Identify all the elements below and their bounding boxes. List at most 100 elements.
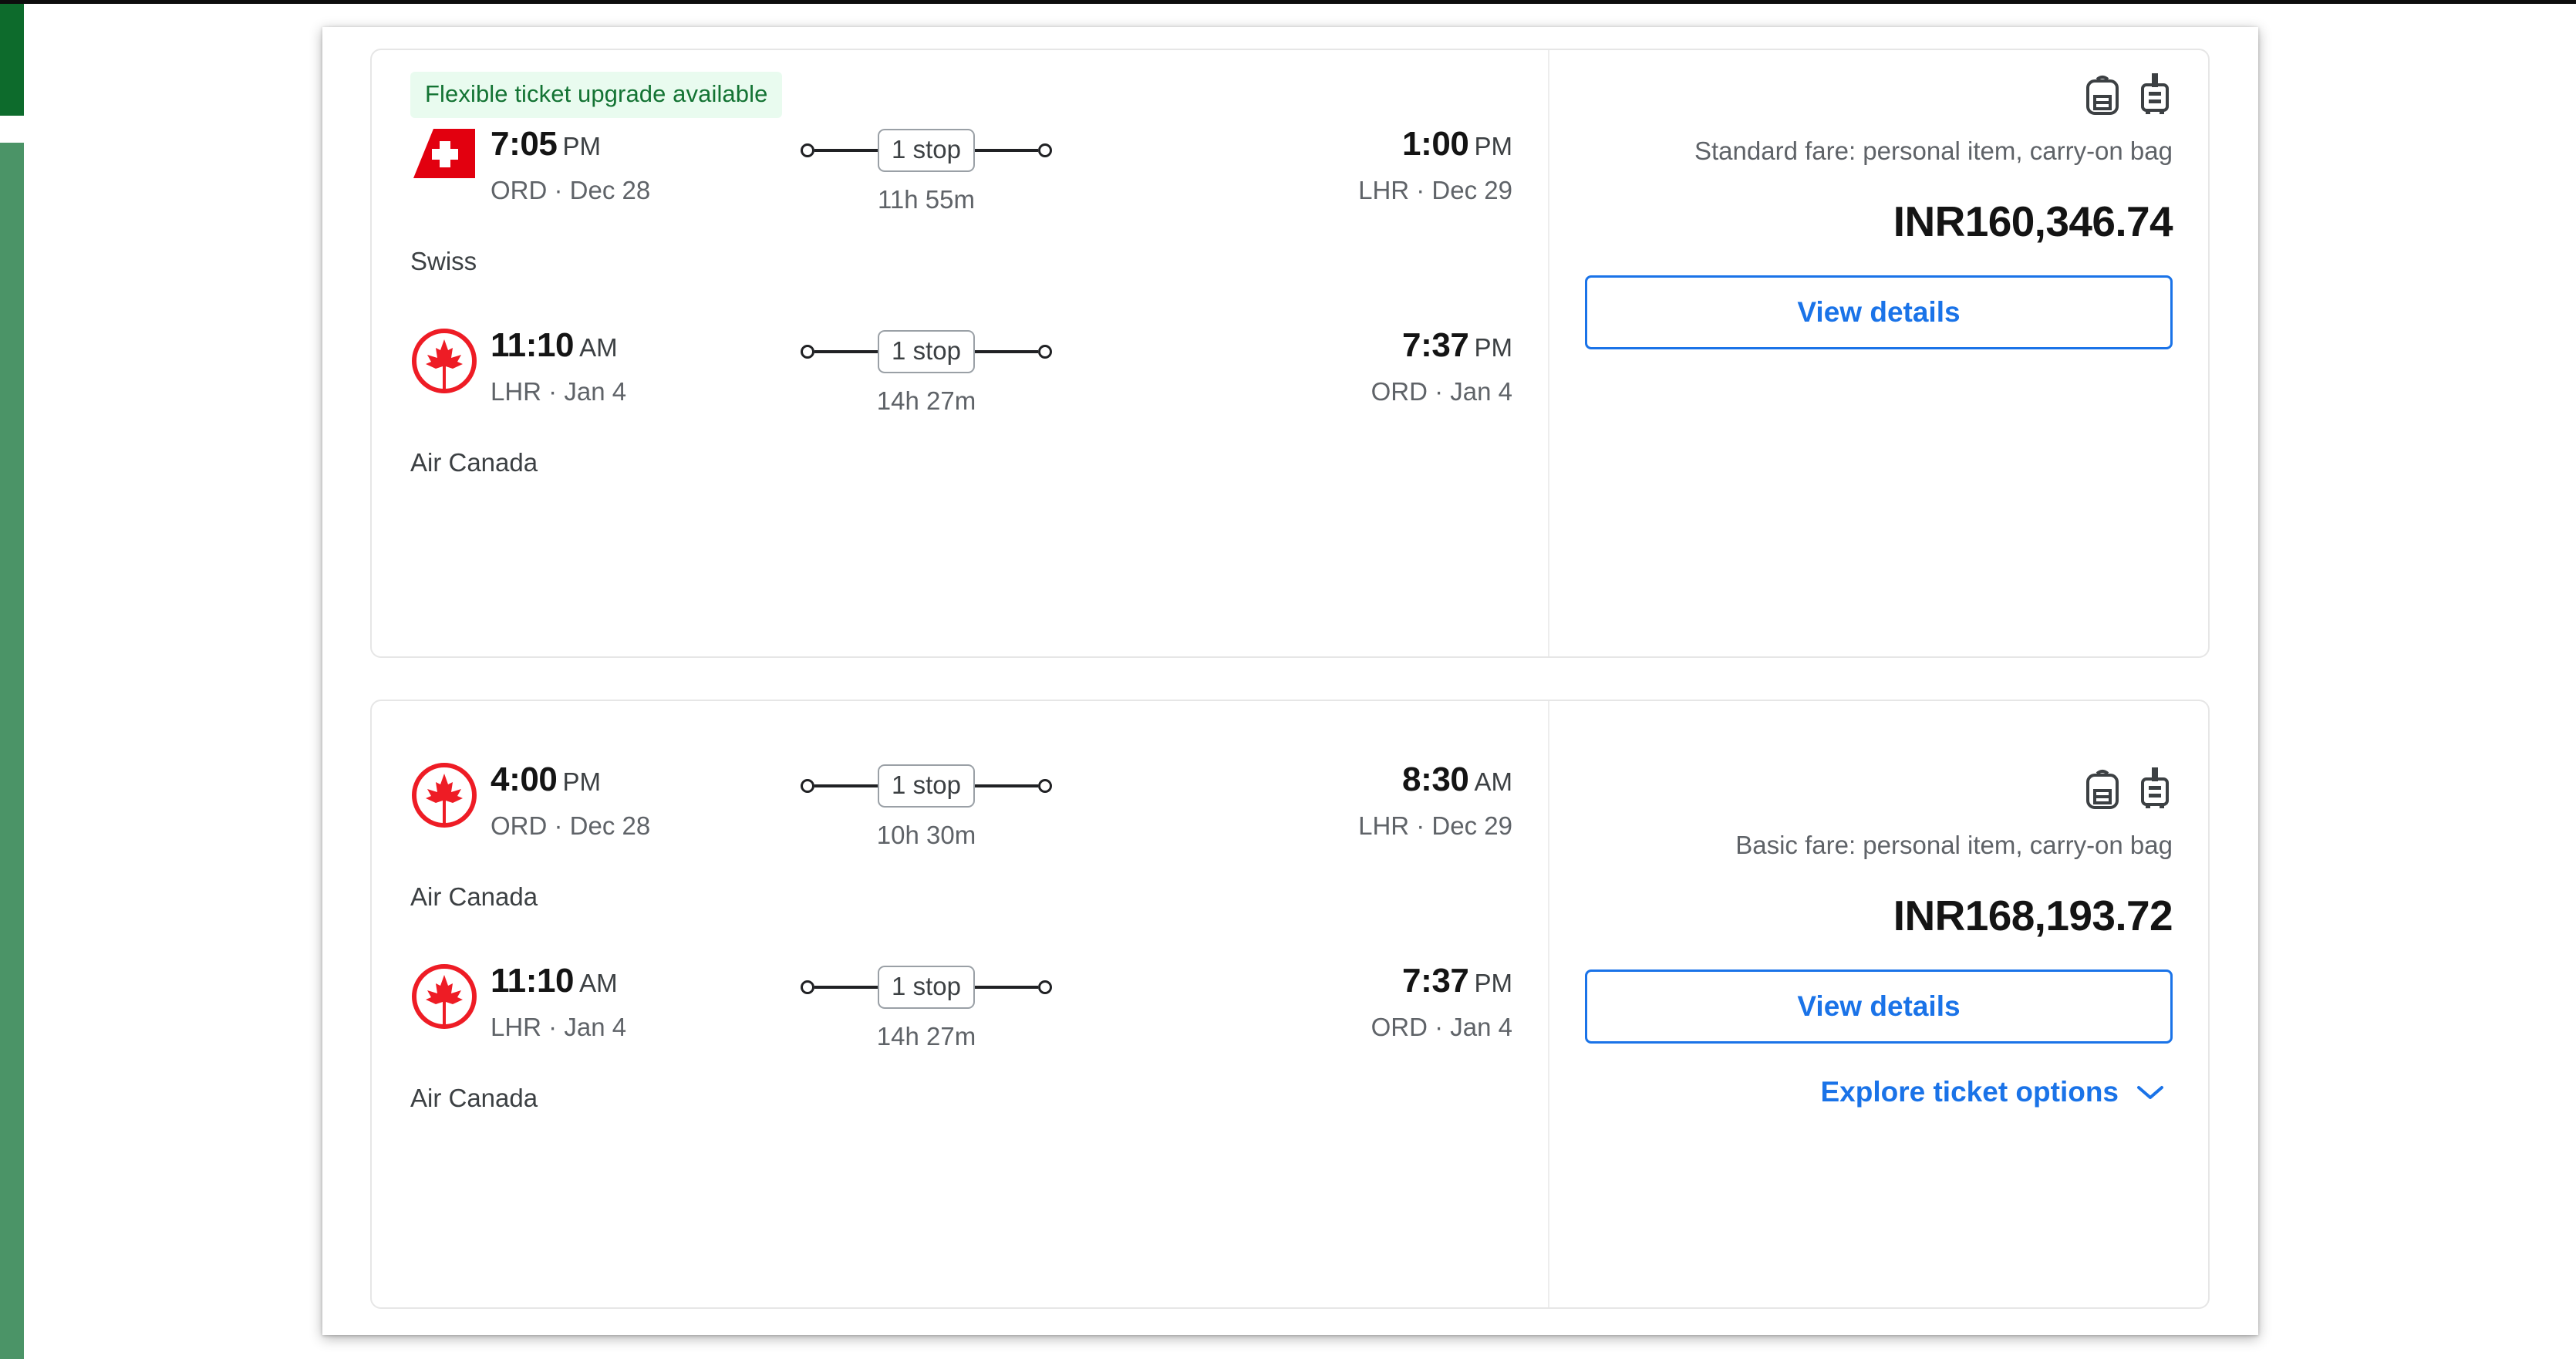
route-segment bbox=[974, 149, 1038, 152]
route-segment bbox=[974, 986, 1038, 989]
itinerary-section: Flexible ticket upgrade available 7:05 P… bbox=[372, 50, 1549, 656]
departure-time-value: 4:00 bbox=[491, 760, 558, 798]
route-segment bbox=[814, 149, 878, 152]
fare-description: Basic fare: personal item, carry-on bag bbox=[1735, 831, 2173, 859]
left-rail-light-green bbox=[0, 143, 24, 1359]
arrival-time: 8:30 AM bbox=[1108, 763, 1512, 797]
arrival-time-value: 7:37 bbox=[1402, 326, 1469, 364]
arrival-ampm: AM bbox=[1474, 767, 1513, 796]
view-details-button[interactable]: View details bbox=[1585, 275, 2173, 349]
flight-duration: 14h 27m bbox=[876, 1022, 976, 1050]
arrival-block: 8:30 AM LHR · Dec 29 bbox=[1108, 758, 1548, 841]
arrival-ampm: PM bbox=[1474, 132, 1513, 160]
route-segment bbox=[814, 986, 878, 989]
backpack-icon bbox=[2085, 767, 2120, 814]
stop-count-pill: 1 stop bbox=[878, 764, 975, 808]
fare-price: INR160,346.74 bbox=[1893, 197, 2173, 245]
flight-leg-return: 11:10 AM LHR · Jan 4 1 stop 14h 27m 7:37… bbox=[372, 959, 1548, 1125]
departure-time: 11:10 AM bbox=[491, 964, 745, 998]
route-segment bbox=[974, 350, 1038, 353]
baggage-allowance-icons bbox=[2085, 766, 2173, 814]
rolling-suitcase-icon bbox=[2137, 72, 2173, 120]
departure-ampm: AM bbox=[579, 333, 618, 362]
departure-airport-date: ORD · Dec 28 bbox=[491, 176, 651, 204]
destination-dot-icon bbox=[1037, 980, 1052, 994]
departure-block: 11:10 AM LHR · Jan 4 bbox=[491, 959, 745, 1042]
flight-duration: 10h 30m bbox=[876, 821, 976, 849]
origin-dot-icon bbox=[801, 345, 815, 359]
origin-dot-icon bbox=[801, 143, 815, 157]
arrival-ampm: PM bbox=[1474, 333, 1513, 362]
arrival-time: 7:37 PM bbox=[1108, 329, 1512, 363]
origin-dot-icon bbox=[801, 779, 815, 793]
backpack-icon bbox=[2085, 73, 2120, 120]
arrival-time-value: 1:00 bbox=[1402, 125, 1469, 163]
airline-name: Air Canada bbox=[410, 448, 538, 477]
departure-time-value: 11:10 bbox=[491, 962, 575, 1000]
stops-indicator: 1 stop 14h 27m bbox=[745, 959, 1108, 1051]
stop-count-pill: 1 stop bbox=[878, 128, 975, 173]
arrival-airport-date: LHR · Dec 29 bbox=[1358, 811, 1512, 840]
flight-leg-return: 11:10 AM LHR · Jan 4 1 stop 14h 27m 7:37… bbox=[372, 324, 1548, 490]
arrival-ampm: PM bbox=[1474, 969, 1513, 997]
departure-block: 11:10 AM LHR · Jan 4 bbox=[491, 324, 745, 406]
destination-dot-icon bbox=[1037, 345, 1052, 359]
stops-line: 1 stop bbox=[801, 965, 1052, 1010]
route-segment bbox=[974, 784, 1038, 787]
route-segment bbox=[814, 784, 878, 787]
airline-name: Air Canada bbox=[410, 1084, 538, 1112]
arrival-time: 1:00 PM bbox=[1108, 127, 1512, 161]
flight-result-card[interactable]: Flexible ticket upgrade available 7:05 P… bbox=[370, 49, 2210, 658]
left-rail-dark-green bbox=[0, 4, 24, 116]
airline-name: Air Canada bbox=[410, 882, 538, 911]
departure-time: 11:10 AM bbox=[491, 329, 745, 363]
airline-logo bbox=[410, 327, 491, 404]
swiss-tailfin-logo bbox=[410, 126, 491, 186]
flight-leg-outbound: 7:05 PM ORD · Dec 28 1 stop 11h 55m 1:00… bbox=[372, 123, 1548, 288]
arrival-time-value: 7:37 bbox=[1402, 962, 1469, 1000]
destination-dot-icon bbox=[1037, 143, 1052, 157]
airline-name: Swiss bbox=[410, 247, 477, 275]
flight-result-card[interactable]: 4:00 PM ORD · Dec 28 1 stop 10h 30m 8:30… bbox=[370, 700, 2210, 1309]
stops-line: 1 stop bbox=[801, 329, 1052, 374]
stop-count-pill: 1 stop bbox=[878, 329, 975, 374]
departure-block: 4:00 PM ORD · Dec 28 bbox=[491, 758, 745, 841]
airline-logo bbox=[410, 761, 491, 838]
flight-leg-outbound: 4:00 PM ORD · Dec 28 1 stop 10h 30m 8:30… bbox=[372, 758, 1548, 924]
stops-indicator: 1 stop 11h 55m bbox=[745, 123, 1108, 214]
flight-results-panel: Flexible ticket upgrade available 7:05 P… bbox=[322, 27, 2258, 1335]
airline-logo bbox=[410, 126, 491, 203]
stops-indicator: 1 stop 14h 27m bbox=[745, 324, 1108, 416]
air-canada-roundel-logo bbox=[410, 327, 491, 395]
badge-row: Flexible ticket upgrade available bbox=[372, 50, 1548, 118]
stops-line: 1 stop bbox=[801, 128, 1052, 173]
arrival-airport-date: ORD · Jan 4 bbox=[1371, 1013, 1512, 1041]
arrival-block: 1:00 PM LHR · Dec 29 bbox=[1108, 123, 1548, 205]
departure-ampm: AM bbox=[579, 969, 618, 997]
fare-price: INR168,193.72 bbox=[1893, 891, 2173, 939]
rolling-suitcase-icon bbox=[2137, 766, 2173, 814]
flexible-ticket-badge: Flexible ticket upgrade available bbox=[410, 72, 783, 118]
destination-dot-icon bbox=[1037, 779, 1052, 793]
explore-ticket-options-label: Explore ticket options bbox=[1820, 1075, 2119, 1108]
itinerary-section: 4:00 PM ORD · Dec 28 1 stop 10h 30m 8:30… bbox=[372, 701, 1549, 1307]
top-black-strip bbox=[0, 0, 2576, 4]
departure-time-value: 11:10 bbox=[491, 326, 575, 364]
stops-line: 1 stop bbox=[801, 764, 1052, 808]
fare-section: Basic fare: personal item, carry-on bag … bbox=[1549, 701, 2208, 1307]
flight-duration: 14h 27m bbox=[876, 386, 976, 415]
view-details-button[interactable]: View details bbox=[1585, 969, 2173, 1044]
arrival-time: 7:37 PM bbox=[1108, 964, 1512, 998]
departure-ampm: PM bbox=[562, 767, 601, 796]
departure-time: 7:05 PM bbox=[491, 127, 745, 161]
arrival-block: 7:37 PM ORD · Jan 4 bbox=[1108, 959, 1548, 1042]
baggage-allowance-icons bbox=[2085, 72, 2173, 120]
origin-dot-icon bbox=[801, 980, 815, 994]
departure-time-value: 7:05 bbox=[491, 125, 558, 163]
explore-ticket-options-toggle[interactable]: Explore ticket options bbox=[1820, 1076, 2173, 1108]
air-canada-roundel-logo bbox=[410, 963, 491, 1030]
arrival-block: 7:37 PM ORD · Jan 4 bbox=[1108, 324, 1548, 406]
departure-airport-date: LHR · Jan 4 bbox=[491, 1013, 627, 1041]
fare-description: Standard fare: personal item, carry-on b… bbox=[1694, 137, 2173, 165]
stop-count-pill: 1 stop bbox=[878, 965, 975, 1010]
